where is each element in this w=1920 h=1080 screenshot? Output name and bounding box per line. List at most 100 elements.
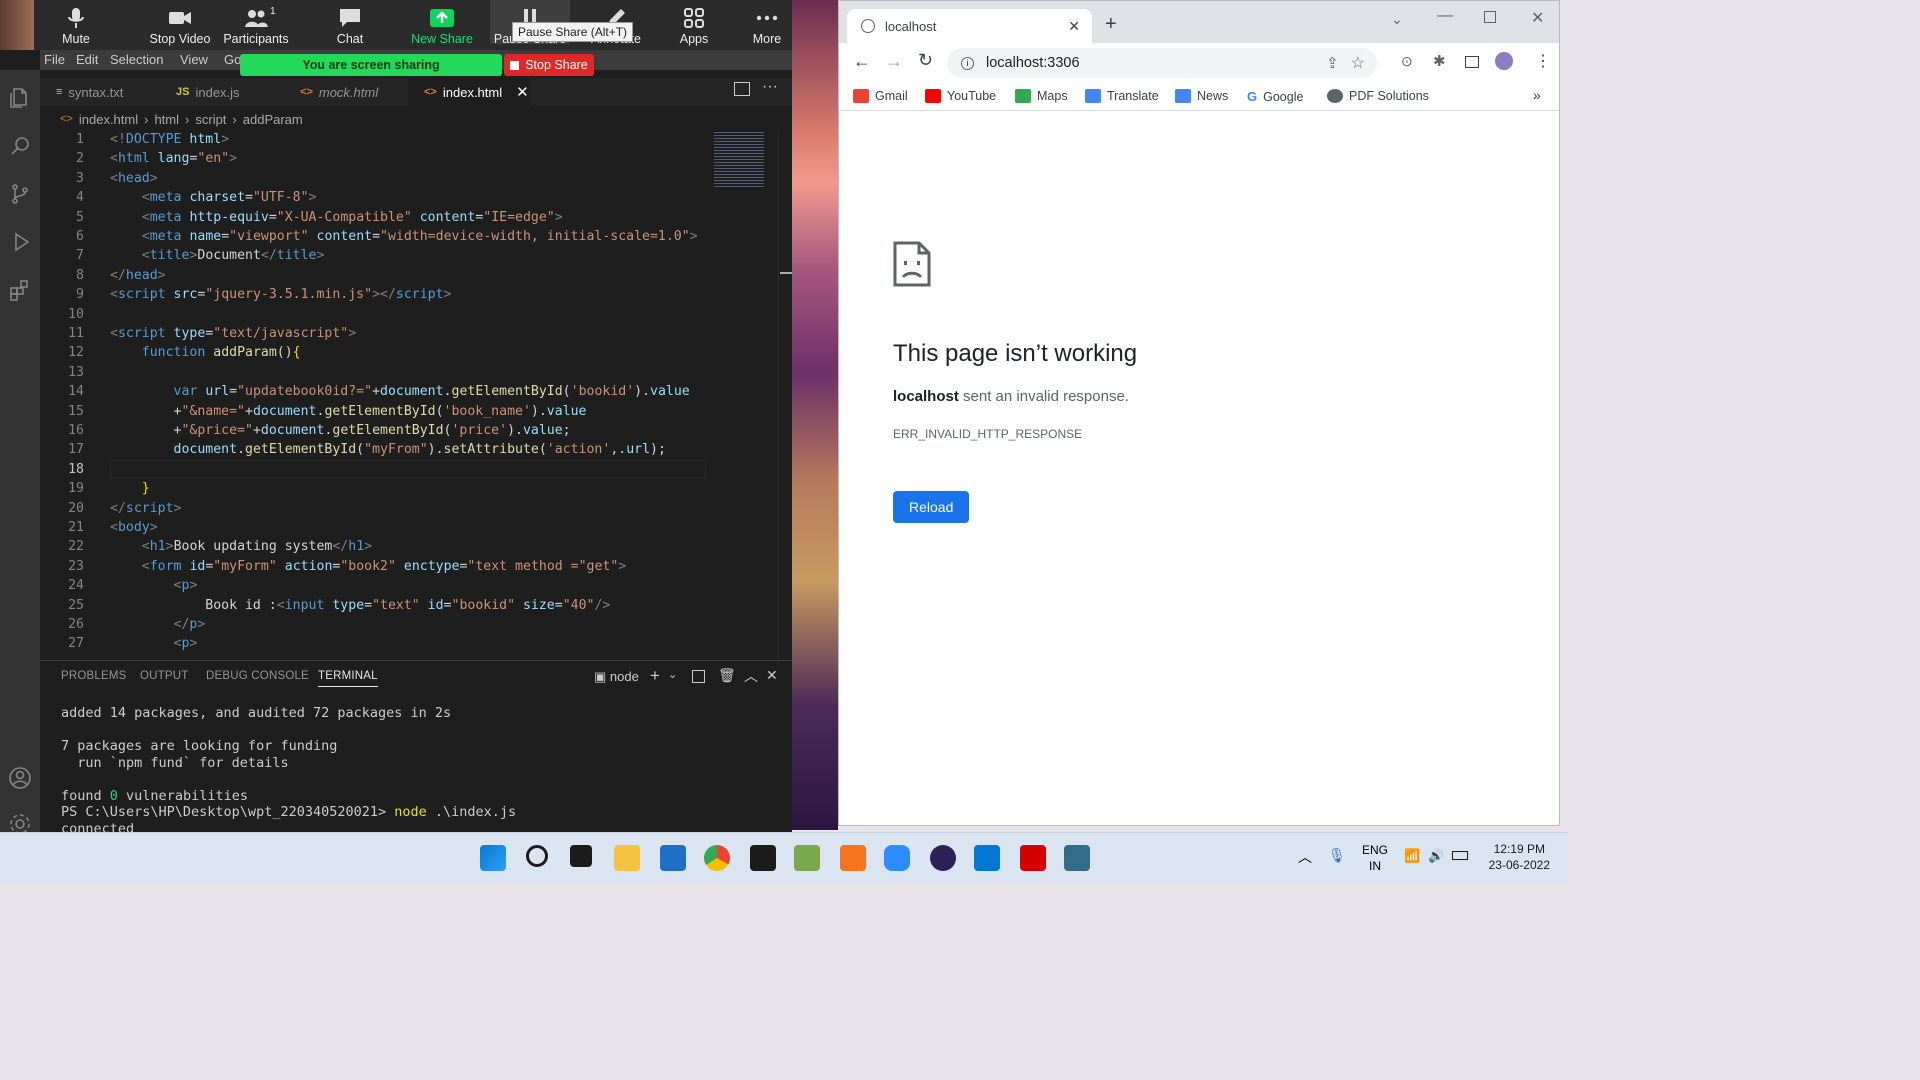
code-line[interactable]: <p>: [110, 636, 198, 651]
extensions-puzzle-icon[interactable]: ✱: [1433, 52, 1446, 70]
code-line[interactable]: <script type="text/javascript">: [110, 326, 356, 341]
close-window-icon[interactable]: ✕: [1531, 8, 1544, 28]
code-line[interactable]: }: [110, 481, 150, 496]
run-debug-icon[interactable]: [6, 228, 34, 256]
tab-output[interactable]: OUTPUT: [140, 670, 188, 682]
menu-view[interactable]: View: [180, 52, 208, 67]
microphone-icon[interactable]: 🎙: [1328, 847, 1346, 864]
code-line[interactable]: <title>Document</title>: [110, 248, 325, 263]
task-view-icon[interactable]: [570, 845, 592, 867]
code-line[interactable]: <script src="jquery-3.5.1.min.js"></scri…: [110, 287, 451, 302]
bookmark-google[interactable]: G Google: [1247, 89, 1303, 104]
code-line[interactable]: Book id :<input type="text" id="bookid" …: [110, 598, 610, 613]
stop-share-button[interactable]: Stop Share: [504, 54, 594, 76]
chevron-down-icon[interactable]: ⌄: [668, 668, 677, 681]
eclipse-icon[interactable]: [930, 845, 956, 871]
chrome-menu-icon[interactable]: ⋮: [1535, 51, 1551, 71]
code-line[interactable]: <h1>Book updating system</h1>: [110, 539, 372, 554]
zoom-icon[interactable]: [884, 845, 910, 871]
code-line[interactable]: <p>: [110, 578, 198, 593]
clock[interactable]: 12:19 PM 23-06-2022: [1489, 841, 1550, 873]
code-editor[interactable]: 1 2 3 4 5 6 7 8 9 10 11 12 13 14 15 16 17 18 19 20 21 22 23 24 2…: [40, 130, 708, 658]
side-panel-icon[interactable]: [1465, 56, 1479, 68]
search-icon[interactable]: [6, 132, 34, 160]
tab-syntax-txt[interactable]: ≡ syntax.txt: [40, 78, 158, 106]
bookmark-translate[interactable]: Translate: [1085, 89, 1159, 103]
menu-edit[interactable]: Edit: [76, 52, 98, 67]
menu-selection[interactable]: Selection: [110, 52, 163, 67]
chrome-icon[interactable]: [704, 845, 730, 871]
apps-button[interactable]: Apps: [654, 6, 734, 46]
minimize-icon[interactable]: —: [1437, 7, 1453, 25]
participants-button[interactable]: Participants 1: [216, 6, 296, 46]
code-line[interactable]: +"&name="+document.getElementById('book_…: [110, 404, 587, 419]
tab-debug-console[interactable]: DEBUG CONSOLE: [206, 670, 309, 682]
code-line[interactable]: <!DOCTYPE html>: [110, 132, 229, 147]
code-line[interactable]: document.getElementById("myFrom").setAtt…: [110, 442, 666, 457]
notepad-icon[interactable]: [794, 845, 820, 871]
settings-gear-icon[interactable]: [6, 810, 34, 832]
chat-button[interactable]: Chat: [310, 6, 390, 46]
bookmark-gmail[interactable]: Gmail: [853, 89, 908, 103]
back-arrow-icon[interactable]: ←: [853, 51, 871, 72]
new-terminal-icon[interactable]: +: [650, 666, 660, 686]
trash-icon[interactable]: 🗑: [718, 667, 736, 684]
reload-button[interactable]: Reload: [893, 491, 970, 523]
code-line[interactable]: <head>: [110, 171, 158, 186]
more-actions-icon[interactable]: ···: [762, 78, 778, 96]
info-icon[interactable]: i: [961, 56, 974, 70]
explorer-icon[interactable]: [6, 84, 34, 112]
code-line[interactable]: function addParam(){: [110, 345, 301, 360]
mysql-workbench-icon[interactable]: [1064, 845, 1090, 871]
stop-video-button[interactable]: Stop Video: [130, 6, 230, 46]
bookmark-news[interactable]: News: [1175, 89, 1228, 103]
code-line[interactable]: <meta name="viewport" content="width=dev…: [110, 229, 698, 244]
bookmark-pdf-solutions[interactable]: PDF Solutions: [1327, 89, 1429, 103]
volume-icon[interactable]: 🔊: [1428, 848, 1444, 864]
new-share-button[interactable]: New Share: [402, 6, 482, 46]
tab-index-js[interactable]: JS index.js: [160, 78, 280, 106]
terminal-selector[interactable]: ▣ node: [594, 669, 639, 685]
code-line[interactable]: </script>: [110, 501, 181, 516]
menu-file[interactable]: File: [44, 52, 65, 67]
chevron-up-icon[interactable]: ︿: [1298, 847, 1312, 867]
split-editor-icon[interactable]: [734, 82, 750, 96]
reload-icon[interactable]: ↻: [918, 50, 933, 71]
forward-arrow-icon[interactable]: →: [885, 51, 903, 72]
maximize-icon[interactable]: [1484, 11, 1496, 23]
code-line[interactable]: <body>: [110, 520, 158, 535]
close-panel-icon[interactable]: ✕: [766, 667, 778, 684]
breadcrumb-item[interactable]: script: [195, 112, 226, 127]
bookmark-youtube[interactable]: YouTube: [925, 89, 996, 103]
breadcrumb-item[interactable]: html: [154, 112, 179, 127]
menu-go[interactable]: Go: [224, 52, 241, 67]
more-bookmarks-icon[interactable]: »: [1533, 87, 1541, 103]
editor-scrollbar[interactable]: [778, 130, 792, 658]
close-tab-icon[interactable]: ✕: [516, 83, 529, 101]
code-line[interactable]: <html lang="en">: [110, 151, 237, 166]
tab-mock-html[interactable]: <> mock.html: [284, 78, 408, 106]
new-tab-icon[interactable]: +: [1105, 13, 1117, 36]
terminal-output[interactable]: added 14 packages, and audited 72 packag…: [61, 705, 516, 832]
account-icon[interactable]: [6, 764, 34, 792]
ubuntu-icon[interactable]: [840, 845, 866, 871]
share-icon[interactable]: ⇪: [1326, 54, 1339, 72]
more-button[interactable]: More: [727, 6, 792, 46]
microsoft-store-icon[interactable]: [660, 845, 686, 871]
code-line[interactable]: <meta charset="UTF-8">: [110, 190, 317, 205]
breadcrumb-item[interactable]: addParam: [243, 112, 303, 127]
extension-mouse-icon[interactable]: ⊙: [1401, 53, 1413, 70]
acrobat-icon[interactable]: [1020, 845, 1046, 871]
code-line[interactable]: var url="updatebook0id?="+document.getEl…: [110, 384, 690, 399]
close-tab-icon[interactable]: ✕: [1068, 18, 1080, 35]
address-bar[interactable]: i localhost:3306 ⇪ ☆: [947, 48, 1377, 78]
code-line[interactable]: </head>: [110, 268, 166, 283]
bookmark-star-icon[interactable]: ☆: [1351, 53, 1365, 73]
split-terminal-icon[interactable]: [692, 670, 705, 683]
wifi-icon[interactable]: 📶: [1404, 848, 1420, 864]
profile-avatar[interactable]: [1495, 52, 1513, 70]
code-line[interactable]: +"&price="+document.getElementById('pric…: [110, 423, 571, 438]
tab-search-icon[interactable]: ⌄: [1391, 11, 1403, 28]
language-indicator[interactable]: ENG IN: [1362, 842, 1388, 874]
extensions-icon[interactable]: [6, 276, 34, 304]
